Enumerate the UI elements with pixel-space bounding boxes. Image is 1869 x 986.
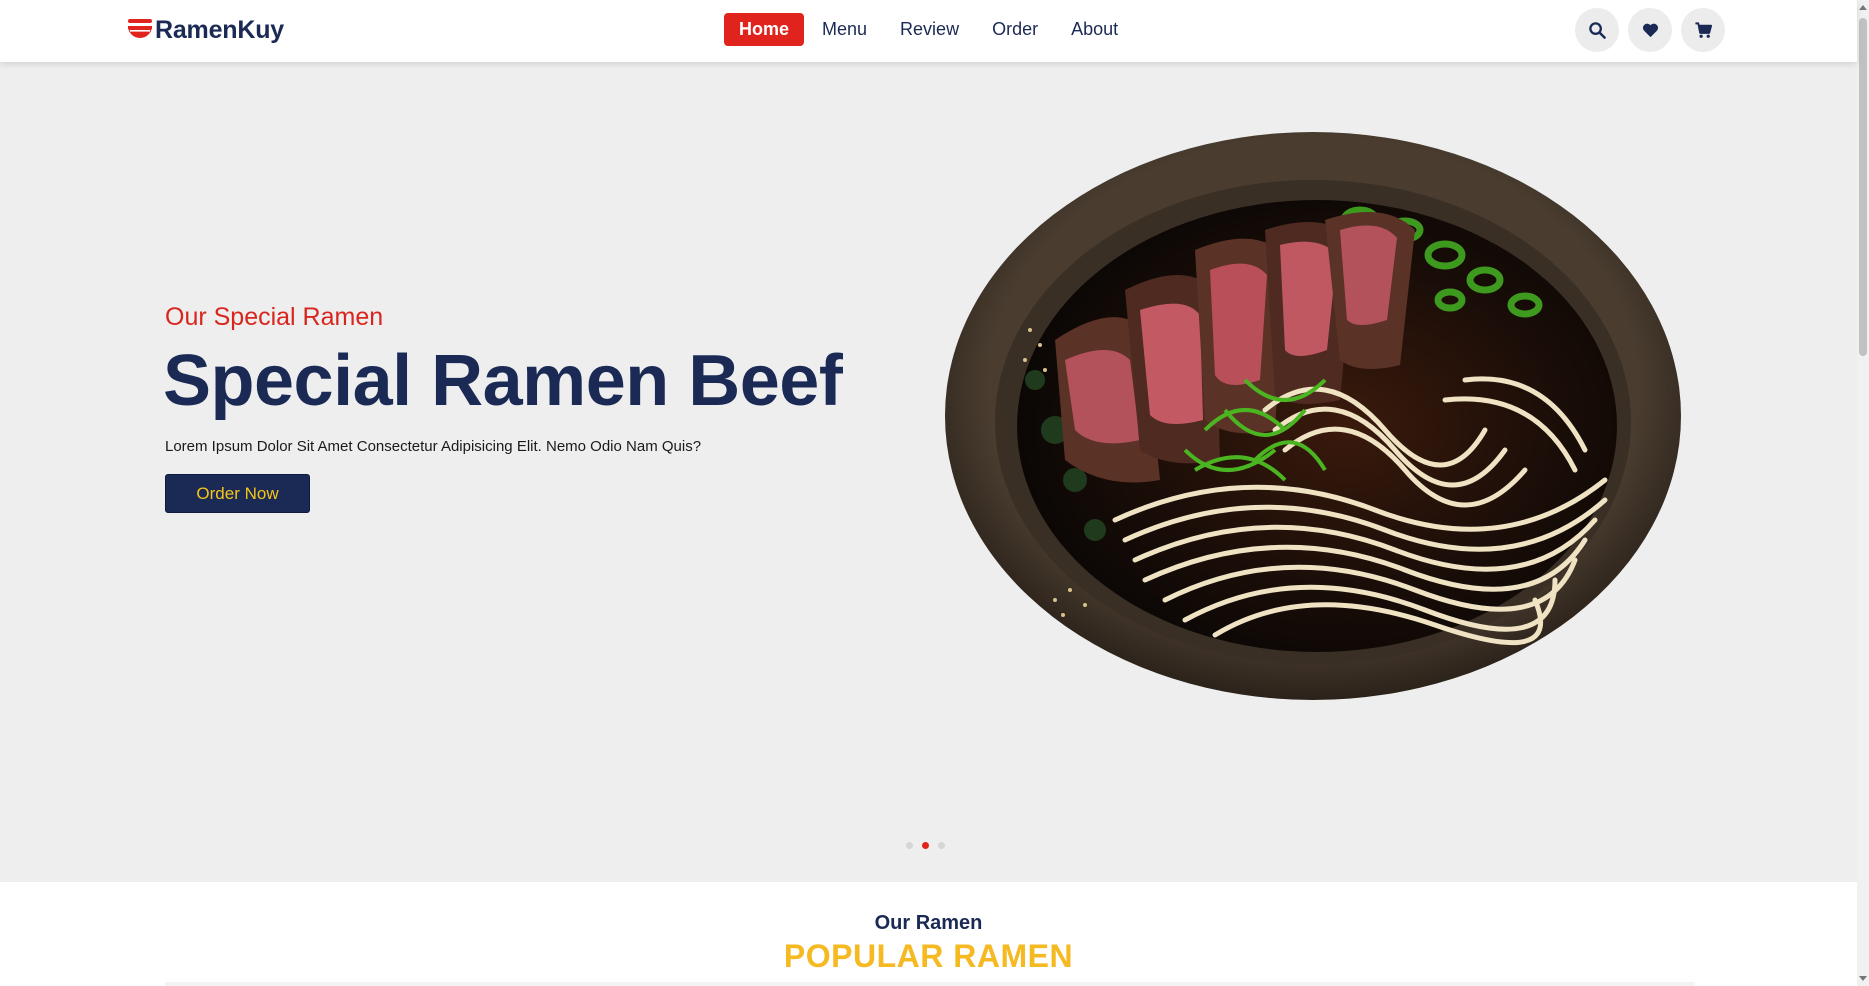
nav-item-about[interactable]: About (1056, 13, 1133, 46)
page-scrollbar[interactable] (1857, 0, 1869, 986)
nav-item-menu[interactable]: Menu (807, 13, 882, 46)
order-now-button[interactable]: Order Now (165, 474, 310, 513)
hero-description: Lorem Ipsum Dolor Sit Amet Consectetur A… (165, 438, 702, 455)
wishlist-button[interactable] (1628, 8, 1672, 52)
hero-title: Special Ramen Beef (163, 341, 843, 421)
search-icon (1588, 21, 1606, 39)
scroll-up-arrow-icon[interactable] (1859, 5, 1867, 10)
slide-dot-3[interactable] (938, 842, 945, 849)
heart-icon (1642, 23, 1658, 37)
nav-item-review[interactable]: Review (885, 13, 974, 46)
site-header: RamenKuy Home Menu Review Order About (0, 0, 1857, 62)
scroll-down-arrow-icon[interactable] (1859, 976, 1867, 981)
search-button[interactable] (1575, 8, 1619, 52)
main-nav: Home Menu Review Order About (724, 13, 1136, 46)
scroll-thumb[interactable] (1859, 18, 1867, 356)
cart-button[interactable] (1681, 8, 1725, 52)
section-subtitle: Our Ramen (874, 912, 983, 934)
section-divider (165, 982, 1695, 986)
nav-item-order[interactable]: Order (977, 13, 1053, 46)
brand-name: RamenKuy (155, 15, 284, 44)
slide-dot-1[interactable] (906, 842, 913, 849)
ramen-bowl-icon (128, 19, 152, 38)
cart-icon (1694, 21, 1712, 38)
ramen-bowl-image (945, 132, 1681, 700)
slider-dots (906, 842, 954, 849)
hero-slider: Our Special Ramen Special Ramen Beef Lor… (0, 62, 1857, 882)
section-title: POPULAR RAMEN (783, 938, 1074, 974)
brand-logo[interactable]: RamenKuy (127, 13, 284, 47)
hero-subtitle: Our Special Ramen (165, 303, 384, 331)
slide-dot-2[interactable] (922, 842, 929, 849)
nav-item-home[interactable]: Home (724, 13, 805, 46)
header-actions (1575, 8, 1734, 52)
